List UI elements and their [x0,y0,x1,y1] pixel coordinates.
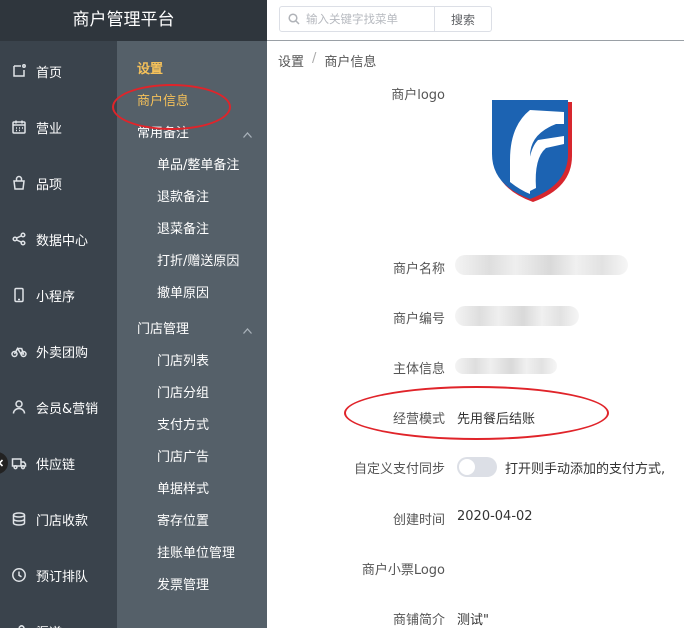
database-icon [10,510,28,528]
search-input[interactable] [306,12,426,26]
mobile-icon [10,286,28,304]
submenu-item[interactable]: 单品/整单备注 [117,147,267,179]
calendar-icon [10,118,28,136]
receipt-logo-label: 商户小票Logo [361,563,445,578]
sidebar-item[interactable]: 供应链 [0,435,117,491]
submenu-item[interactable]: 发票管理 [117,567,267,599]
bag-icon [10,174,28,192]
submenu-item[interactable]: 打折/赠送原因 [117,243,267,275]
sidebar-item[interactable]: 数据中心 [0,211,117,267]
sidebar-item-label: 门店收款 [36,513,89,529]
search-box [279,6,435,32]
user-icon [10,398,28,416]
submenu-item[interactable]: 支付方式 [117,407,267,439]
code-label: 商户编号 [392,312,445,327]
sidebar-item[interactable]: 预订排队 [0,547,117,603]
home-icon [10,62,28,80]
sidebar-item-label: 渠道 [36,622,62,628]
header-divider [267,40,684,41]
submenu-item[interactable]: 单据样式 [117,471,267,503]
submenu-section-settings[interactable]: 设置 [117,51,267,83]
submenu-panel: 设置 商户信息 常用备注 单品/整单备注 退款备注 退菜备注 打折/赠送原因 撤单原因 … [117,41,267,628]
custom-pay-label: 自定义支付同步 [353,462,445,477]
sidebar-item[interactable]: 会员&营销 [0,379,117,435]
submenu-item[interactable]: 撤单原因 [117,275,267,307]
sidebar-item[interactable]: 首页 [0,43,117,99]
sidebar-item[interactable]: 外卖团购 [0,323,117,379]
chevron-up-icon [243,323,252,334]
clock-icon [10,566,28,584]
chevron-left-icon [0,459,4,467]
merchant-logo-image[interactable] [486,96,580,204]
chevron-up-icon [243,127,252,138]
submenu-section-store-mgmt[interactable]: 门店管理 [117,311,267,343]
submenu-item[interactable]: 挂账单位管理 [117,535,267,567]
submenu-item-merchant-info[interactable]: 商户信息 [117,83,267,115]
app-title: 商户管理平台 [0,0,267,41]
sidebar-item-label: 供应链 [36,457,76,473]
custom-pay-toggle[interactable] [457,457,497,477]
created-label: 创建时间 [392,513,445,528]
breadcrumb-current: 商户信息 [324,55,377,70]
logo-label: 商户logo [391,88,445,103]
intro-label: 商铺简介 [392,613,445,628]
entity-label: 主体信息 [392,362,445,377]
created-value: 2020-04-02 [457,509,533,524]
submenu-item[interactable]: 门店列表 [117,343,267,375]
submenu-item[interactable]: 门店分组 [117,375,267,407]
name-label: 商户名称 [392,262,445,277]
link-icon [10,622,28,628]
sidebar-item-label: 外卖团购 [36,345,89,361]
bike-icon [10,342,28,360]
submenu-section-label: 门店管理 [137,321,190,337]
submenu-section-label: 常用备注 [137,125,190,141]
sidebar-item-label: 数据中心 [36,233,89,249]
mode-value: 先用餐后结账 [457,412,536,427]
mode-label: 经营模式 [392,412,445,427]
code-value-redacted [455,306,579,326]
submenu-section-common-notes[interactable]: 常用备注 [117,115,267,147]
sidebar-item-label: 品项 [36,177,63,193]
sidebar-item[interactable]: 渠道 [0,603,117,628]
share-icon [10,230,28,248]
sidebar-item-label: 预订排队 [36,569,89,585]
sidebar-item[interactable]: 营业 [0,99,117,155]
breadcrumb: 设置 / 商户信息 [278,51,376,70]
submenu-item[interactable]: 寄存位置 [117,503,267,535]
sidebar-item[interactable]: 小程序 [0,267,117,323]
custom-pay-hint: 打开则手动添加的支付方式, [505,462,666,477]
breadcrumb-parent[interactable]: 设置 [278,51,304,70]
search-button[interactable]: 搜索 [434,6,492,32]
breadcrumb-separator: / [312,51,317,66]
entity-value-redacted [455,358,557,374]
sidebar-item[interactable]: 品项 [0,155,117,211]
sidebar-item-label: 会员&营销 [36,401,99,417]
name-value-redacted [455,255,628,275]
main-sidebar: 首页营业品项数据中心小程序外卖团购会员&营销供应链门店收款预订排队渠道 [0,41,117,628]
sidebar-item-label: 营业 [36,121,63,137]
truck-icon [10,454,28,472]
submenu-item[interactable]: 退菜备注 [117,211,267,243]
sidebar-item-label: 小程序 [36,289,76,305]
submenu-item[interactable]: 门店广告 [117,439,267,471]
search-icon [288,13,300,25]
intro-value: 测试" [457,613,489,628]
sidebar-item[interactable]: 门店收款 [0,491,117,547]
sidebar-item-label: 首页 [36,65,63,81]
submenu-item[interactable]: 退款备注 [117,179,267,211]
